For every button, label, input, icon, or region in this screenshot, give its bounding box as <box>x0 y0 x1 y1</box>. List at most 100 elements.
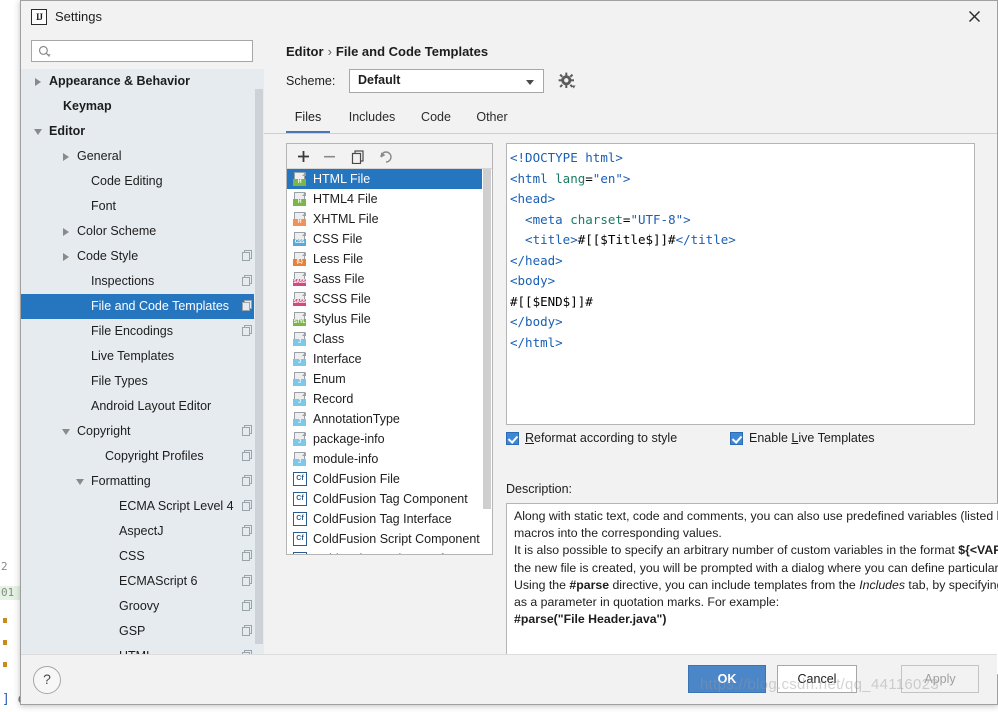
sidebar-item-android-layout-editor[interactable]: Android Layout Editor <box>21 394 264 419</box>
sidebar-item-label: ECMAScript 6 <box>119 574 198 588</box>
chevron-right-icon[interactable] <box>59 244 73 269</box>
sidebar-item-code-editing[interactable]: Code Editing <box>21 169 264 194</box>
list-item[interactable]: J Enum <box>287 369 492 389</box>
cancel-button[interactable]: Cancel <box>777 665 857 693</box>
sidebar-item-gsp[interactable]: GSP <box>21 619 264 644</box>
list-item[interactable]: CSS CSS File <box>287 229 492 249</box>
tab-label: Other <box>476 110 508 124</box>
list-item[interactable]: J Interface <box>287 349 492 369</box>
sidebar-scrollbar-thumb[interactable] <box>255 89 263 644</box>
sidebar-item-editor[interactable]: Editor <box>21 119 264 144</box>
settings-sidebar: Appearance & Behavior Keymap Editor General… <box>21 33 264 655</box>
code-token: </html> <box>510 334 563 350</box>
sidebar-scrollbar[interactable] <box>254 69 264 655</box>
sidebar-item-color-scheme[interactable]: Color Scheme <box>21 219 264 244</box>
copy-settings-icon <box>242 500 254 512</box>
reset-template-button[interactable] <box>375 146 396 167</box>
sidebar-item-copyright[interactable]: Copyright <box>21 419 264 444</box>
sidebar-item-groovy[interactable]: Groovy <box>21 594 264 619</box>
search-box[interactable] <box>31 40 253 62</box>
list-item[interactable]: Cf ColdFusion Tag Component <box>287 489 492 509</box>
list-item[interactable]: H HTML4 File <box>287 189 492 209</box>
intellij-idea-icon: IJ <box>31 9 47 25</box>
tab-files[interactable]: Files <box>286 103 330 133</box>
tab-other[interactable]: Other <box>468 103 516 133</box>
apply-button[interactable]: Apply <box>901 665 979 693</box>
copy-settings-icon <box>242 625 254 637</box>
checkmark-icon <box>730 431 743 445</box>
chevron-down-icon[interactable] <box>73 469 87 494</box>
chevron-down-icon[interactable] <box>31 119 45 144</box>
list-item[interactable]: H HTML File <box>287 169 492 189</box>
code-token: </head> <box>510 252 563 268</box>
ok-button[interactable]: OK <box>688 665 766 693</box>
sidebar-item-file-encodings[interactable]: File Encodings <box>21 319 264 344</box>
dialog-titlebar: IJ Settings <box>21 1 997 34</box>
sidebar-item-file-and-code-templates[interactable]: File and Code Templates <box>21 294 264 319</box>
sidebar-item-label: Font <box>91 199 117 213</box>
gear-icon[interactable] <box>558 72 578 92</box>
code-token: lang <box>555 170 586 186</box>
sidebar-item-keymap[interactable]: Keymap <box>21 94 264 119</box>
add-template-button[interactable] <box>293 146 314 167</box>
list-item[interactable]: J AnnotationType <box>287 409 492 429</box>
remove-template-button[interactable] <box>319 146 340 167</box>
sidebar-item-font[interactable]: Font <box>21 194 264 219</box>
sidebar-item-css[interactable]: CSS <box>21 544 264 569</box>
sidebar-item-inspections[interactable]: Inspections <box>21 269 264 294</box>
code-line: </html> <box>510 333 974 354</box>
sidebar-item-copyright-profiles[interactable]: Copyright Profiles <box>21 444 264 469</box>
code-line: <body> <box>510 271 974 292</box>
list-item[interactable]: J Class <box>287 329 492 349</box>
settings-dialog: IJ Settings Appearance & Behavior Keymap… <box>20 0 998 705</box>
list-item[interactable]: Cf ColdFusion Script Component <box>287 529 492 549</box>
list-item[interactable]: Cf ColdFusion File <box>287 469 492 489</box>
search-input[interactable] <box>54 43 238 59</box>
sidebar-item-label: Code Editing <box>91 174 163 188</box>
list-item[interactable]: Cf ColdFusion Tag Interface <box>287 509 492 529</box>
tab-code[interactable]: Code <box>414 103 458 133</box>
template-list[interactable]: H HTML File H HTML4 File H XHTML File CSS CSS F… <box>287 169 492 554</box>
sidebar-item-label: GSP <box>119 624 146 638</box>
list-item[interactable]: Jmodule-info <box>287 449 492 469</box>
template-code-editor[interactable]: <!DOCTYPE html> <html lang="en"> <head> <m… <box>506 143 975 425</box>
chevron-right-icon[interactable] <box>31 69 45 94</box>
help-button[interactable]: ? <box>33 666 61 694</box>
breadcrumb-parent[interactable]: Editor <box>286 44 324 59</box>
sidebar-item-file-types[interactable]: File Types <box>21 369 264 394</box>
list-item[interactable]: SASS SCSS File <box>287 289 492 309</box>
chevron-right-icon[interactable] <box>59 219 73 244</box>
copy-template-button[interactable] <box>347 146 368 167</box>
sidebar-item-general[interactable]: General <box>21 144 264 169</box>
sidebar-item-code-style[interactable]: Code Style <box>21 244 264 269</box>
list-item[interactable]: Cf ColdFusion Script Interface <box>287 549 492 554</box>
template-list-scrollbar[interactable] <box>482 169 492 554</box>
description-run: #parse <box>569 577 610 592</box>
settings-tree[interactable]: Appearance & Behavior Keymap Editor General… <box>21 69 264 655</box>
close-icon[interactable] <box>951 1 997 32</box>
list-item[interactable]: SASS Sass File <box>287 269 492 289</box>
list-item[interactable]: Jpackage-info <box>287 429 492 449</box>
scheme-dropdown[interactable]: Default <box>349 69 544 93</box>
sidebar-item-ecmascript-6[interactable]: ECMAScript 6 <box>21 569 264 594</box>
description-run: It is also possible to specify an arbitr… <box>514 543 959 558</box>
sidebar-item-label: File Types <box>91 374 148 388</box>
chevron-down-icon[interactable] <box>59 419 73 444</box>
list-item[interactable]: H XHTML File <box>287 209 492 229</box>
tab-includes[interactable]: Includes <box>340 103 404 133</box>
sidebar-item-appearance-behavior[interactable]: Appearance & Behavior <box>21 69 264 94</box>
chevron-right-icon[interactable] <box>59 144 73 169</box>
template-list-scrollbar-thumb[interactable] <box>483 169 491 509</box>
list-item[interactable]: STYL Stylus File <box>287 309 492 329</box>
sidebar-item-aspectj[interactable]: AspectJ <box>21 519 264 544</box>
sidebar-item-live-templates[interactable]: Live Templates <box>21 344 264 369</box>
checkbox-reformat-according-to-style[interactable]: Reformat according to style <box>506 431 677 445</box>
sidebar-item-ecma-script-level-4[interactable]: ECMA Script Level 4 <box>21 494 264 519</box>
sidebar-item-label: Copyright Profiles <box>105 449 204 463</box>
sidebar-item-formatting[interactable]: Formatting <box>21 469 264 494</box>
list-item[interactable]: {L} Less File <box>287 249 492 269</box>
checkbox-enable-live-templates[interactable]: Enable Live Templates <box>730 431 875 445</box>
list-item-label: ColdFusion File <box>313 472 400 486</box>
list-item[interactable]: J Record <box>287 389 492 409</box>
settings-detail-panel: Editor › File and Code Templates Scheme: D… <box>264 33 998 675</box>
